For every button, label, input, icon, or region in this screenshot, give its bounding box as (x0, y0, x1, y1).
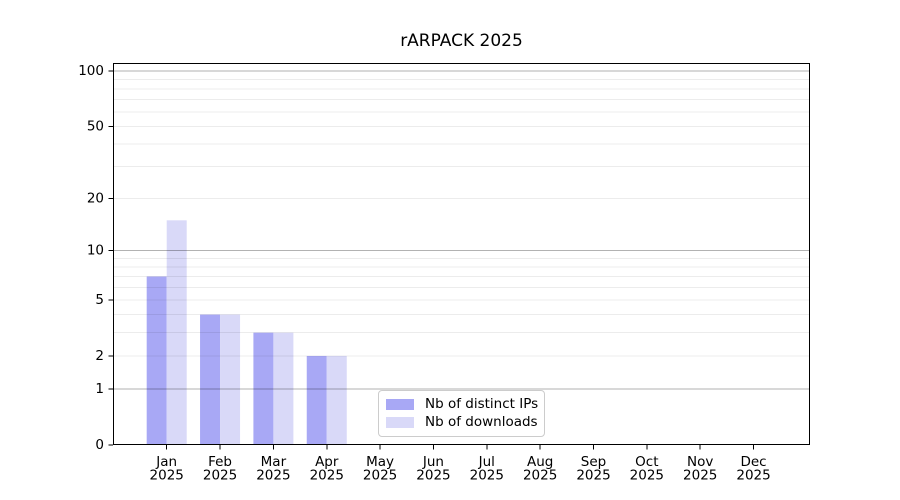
legend-label-downloads: Nb of downloads (425, 414, 538, 431)
x-tick-label-year-apr: 2025 (310, 468, 344, 484)
x-tick-label-year-may: 2025 (363, 468, 397, 484)
legend-label-distinct-ips: Nb of distinct IPs (425, 396, 538, 413)
y-tick-label-2: 2 (95, 348, 104, 364)
y-tick-label-1: 1 (95, 381, 104, 397)
bar-nb-of-distinct-ips-jan (147, 276, 167, 444)
legend-item-downloads: Nb of downloads (386, 414, 536, 431)
y-tick-label-0: 0 (95, 437, 104, 453)
y-tick-label-5: 5 (95, 292, 104, 308)
y-tick-label-20: 20 (87, 190, 104, 206)
x-tick-label-year-jan: 2025 (150, 468, 184, 484)
x-tick-label-year-nov: 2025 (683, 468, 717, 484)
bar-nb-of-distinct-ips-feb (200, 315, 220, 444)
x-tick-label-year-sep: 2025 (576, 468, 610, 484)
chart-figure: rARPACK 2025 0125102050100Jan2025Feb2025… (0, 0, 900, 500)
legend-item-distinct-ips: Nb of distinct IPs (386, 396, 536, 413)
y-tick-label-10: 10 (87, 243, 104, 259)
legend: Nb of distinct IPs Nb of downloads (378, 390, 545, 437)
bar-nb-of-downloads-apr (327, 356, 347, 444)
legend-swatch-distinct-ips (386, 399, 414, 410)
legend-swatch-downloads (386, 417, 414, 428)
bar-nb-of-downloads-feb (220, 315, 240, 444)
x-tick-label-year-dec: 2025 (736, 468, 770, 484)
y-tick-label-100: 100 (78, 63, 104, 79)
x-tick-label-year-jun: 2025 (416, 468, 450, 484)
x-tick-label-year-mar: 2025 (256, 468, 290, 484)
x-tick-label-year-jul: 2025 (470, 468, 504, 484)
bar-nb-of-distinct-ips-apr (307, 356, 327, 444)
y-tick-label-50: 50 (87, 118, 104, 134)
x-tick-label-year-oct: 2025 (630, 468, 664, 484)
x-tick-label-year-feb: 2025 (203, 468, 237, 484)
x-tick-label-year-aug: 2025 (523, 468, 557, 484)
